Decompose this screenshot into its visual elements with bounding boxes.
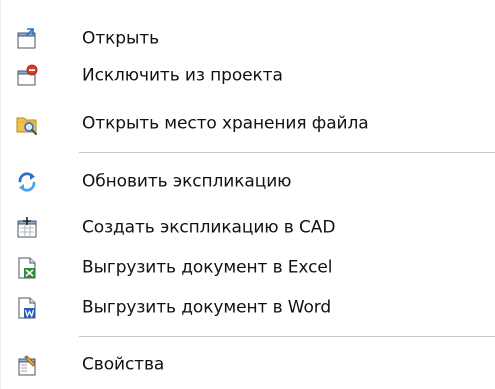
exclude-icon [17,64,38,86]
open-icon [17,28,36,49]
menu-item-exclude-from-project[interactable]: Исключить из проекта [1,57,495,95]
menu-item-open-file-location[interactable]: Открыть место хранения файла [1,105,495,143]
menu-item-properties[interactable]: Свойства [1,346,495,384]
menu-item-properties-label: Свойства [82,354,165,375]
folder-search-icon [16,117,38,136]
menu-item-refresh-label: Обновить экспликацию [82,171,292,192]
menu-separator [79,152,495,153]
menu-item-export-word[interactable]: Выгрузить документ в Word [1,289,495,327]
excel-export-icon [18,257,36,279]
properties-icon [18,355,36,376]
menu-item-exclude-label: Исключить из проекта [82,65,283,86]
menu-item-export-excel-label: Выгрузить документ в Excel [82,257,333,278]
menu-item-create-cad-label: Создать экспликацию в CAD [82,217,336,238]
menu-item-open-location-label: Открыть место хранения файла [82,113,369,134]
menu-item-create-explication-cad[interactable]: Создать экспликацию в CAD [1,209,495,247]
menu-item-refresh-explication[interactable]: Обновить экспликацию [1,163,495,201]
menu-item-open[interactable]: Открыть [1,20,495,58]
menu-item-export-word-label: Выгрузить документ в Word [82,297,332,318]
create-cad-icon [17,217,37,238]
menu-separator [79,336,495,337]
menu-item-export-excel[interactable]: Выгрузить документ в Excel [1,249,495,287]
context-menu: Открыть Исключить из проекта Открыть мес… [0,0,495,389]
refresh-icon [18,172,36,192]
word-export-icon [18,297,36,319]
menu-item-open-label: Открыть [82,28,159,49]
